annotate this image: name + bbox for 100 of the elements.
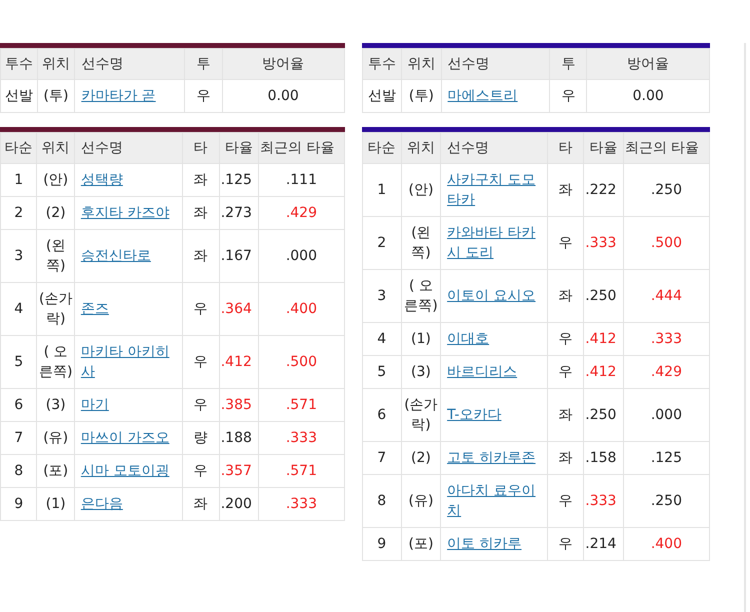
table-cell: (2) xyxy=(401,442,441,474)
table-cell: .571 xyxy=(258,388,344,422)
header-cell: 위치 xyxy=(37,48,75,80)
table-cell: .000 xyxy=(623,388,710,442)
table-cell: 우 xyxy=(182,388,220,422)
header-cell: 선수명 xyxy=(74,132,182,164)
header-cell: 위치 xyxy=(36,132,74,164)
table-cell: .412 xyxy=(584,322,624,356)
table-cell: 2 xyxy=(362,216,402,270)
table-cell: .333 xyxy=(584,474,624,528)
table-cell: (안) xyxy=(401,164,441,216)
table-cell: .222 xyxy=(584,164,624,216)
table-cell: .357 xyxy=(219,454,259,488)
table-cell: 8 xyxy=(0,454,37,488)
table-cell: 5 xyxy=(362,356,402,388)
table-cell: 좌 xyxy=(548,442,584,474)
header-cell: 타율 xyxy=(584,132,624,164)
table-cell: (포) xyxy=(36,454,74,488)
header-cell: 타순 xyxy=(362,132,402,164)
header-cell: 타율 xyxy=(219,132,259,164)
table-cell: .000 xyxy=(258,230,344,282)
table-cell: .385 xyxy=(219,388,259,422)
table-cell: .400 xyxy=(623,528,710,560)
table-cell: (3) xyxy=(401,356,441,388)
table-cell: 6 xyxy=(0,388,37,422)
table-cell: 9 xyxy=(0,488,37,520)
table-cell: 0.00 xyxy=(586,80,710,112)
header-cell: 타 xyxy=(548,132,584,164)
table-cell: 좌 xyxy=(182,196,220,230)
table-cell: .571 xyxy=(258,454,344,488)
table-cell: .250 xyxy=(623,164,710,216)
table-cell: (손가락) xyxy=(36,282,74,336)
table-cell: 2 xyxy=(0,196,37,230)
table-cell: (유) xyxy=(36,422,74,454)
table-cell: 선발 xyxy=(0,80,38,112)
table-cell: .200 xyxy=(219,488,259,520)
table-cell: .412 xyxy=(584,356,624,388)
table-cell: .214 xyxy=(584,528,624,560)
table-cell: 우 xyxy=(548,322,584,356)
table-cell: 좌 xyxy=(182,230,220,282)
header-cell: 투수 xyxy=(0,48,38,80)
table-cell: .111 xyxy=(258,164,344,196)
table-cell: 우 xyxy=(182,282,220,336)
table-cell: .429 xyxy=(258,196,344,230)
table-cell: 4 xyxy=(0,282,37,336)
table-cell: .333 xyxy=(258,488,344,520)
header-cell: 선수명 xyxy=(74,48,184,80)
header-cell: 타순 xyxy=(0,132,37,164)
table-cell: 량 xyxy=(182,422,220,454)
table-cell: .500 xyxy=(258,336,344,388)
table-cell: (왼쪽) xyxy=(36,230,74,282)
header-cell: 위치 xyxy=(401,132,441,164)
header-cell: 투수 xyxy=(362,48,402,80)
table-cell: .500 xyxy=(623,216,710,270)
table-cell: 4 xyxy=(362,322,402,356)
table-cell: (손가락) xyxy=(401,388,441,442)
table-cell: 6 xyxy=(362,388,402,442)
header-cell: 타 xyxy=(182,132,220,164)
table-cell: 우 xyxy=(182,454,220,488)
table-cell: 5 xyxy=(0,336,37,388)
header-cell: 투 xyxy=(184,48,222,80)
table-cell: 선발 xyxy=(362,80,402,112)
table-cell: (투) xyxy=(37,80,75,112)
table-cell: 우 xyxy=(184,80,222,112)
table-cell: 1 xyxy=(362,164,402,216)
table-cell: 1 xyxy=(0,164,37,196)
table-cell: .333 xyxy=(258,422,344,454)
table-cell: .333 xyxy=(584,216,624,270)
table-cell: .412 xyxy=(219,336,259,388)
table-cell: (1) xyxy=(36,488,74,520)
table-cell: 9 xyxy=(362,528,402,560)
table-cell: (안) xyxy=(36,164,74,196)
table-cell: .333 xyxy=(623,322,710,356)
table-cell: 좌 xyxy=(182,488,220,520)
header-cell: 위치 xyxy=(402,48,442,80)
table-cell: (포) xyxy=(401,528,441,560)
table-cell: 8 xyxy=(362,474,402,528)
table-cell: .429 xyxy=(623,356,710,388)
header-cell: 투 xyxy=(550,48,587,80)
header-cell: 최근의 타율 xyxy=(623,132,710,164)
table-cell: 우 xyxy=(548,528,584,560)
header-cell: 선수명 xyxy=(441,48,550,80)
table-cell: 좌 xyxy=(548,164,584,216)
table-cell: .444 xyxy=(623,270,710,322)
table-cell: 3 xyxy=(362,270,402,322)
header-cell: 방어율 xyxy=(222,48,344,80)
table-cell: .125 xyxy=(219,164,259,196)
table-cell: .250 xyxy=(623,474,710,528)
header-cell: 방어율 xyxy=(586,48,710,80)
table-cell: 우 xyxy=(182,336,220,388)
table-cell: (왼쪽) xyxy=(401,216,441,270)
table-cell: 좌 xyxy=(548,388,584,442)
header-cell: 선수명 xyxy=(440,132,548,164)
table-cell: ( 오른쪽) xyxy=(401,270,441,322)
table-cell: .158 xyxy=(584,442,624,474)
table-cell: .400 xyxy=(258,282,344,336)
table-cell: 우 xyxy=(548,216,584,270)
table-cell: (투) xyxy=(402,80,442,112)
table-cell: (1) xyxy=(401,322,441,356)
table-cell: (3) xyxy=(36,388,74,422)
